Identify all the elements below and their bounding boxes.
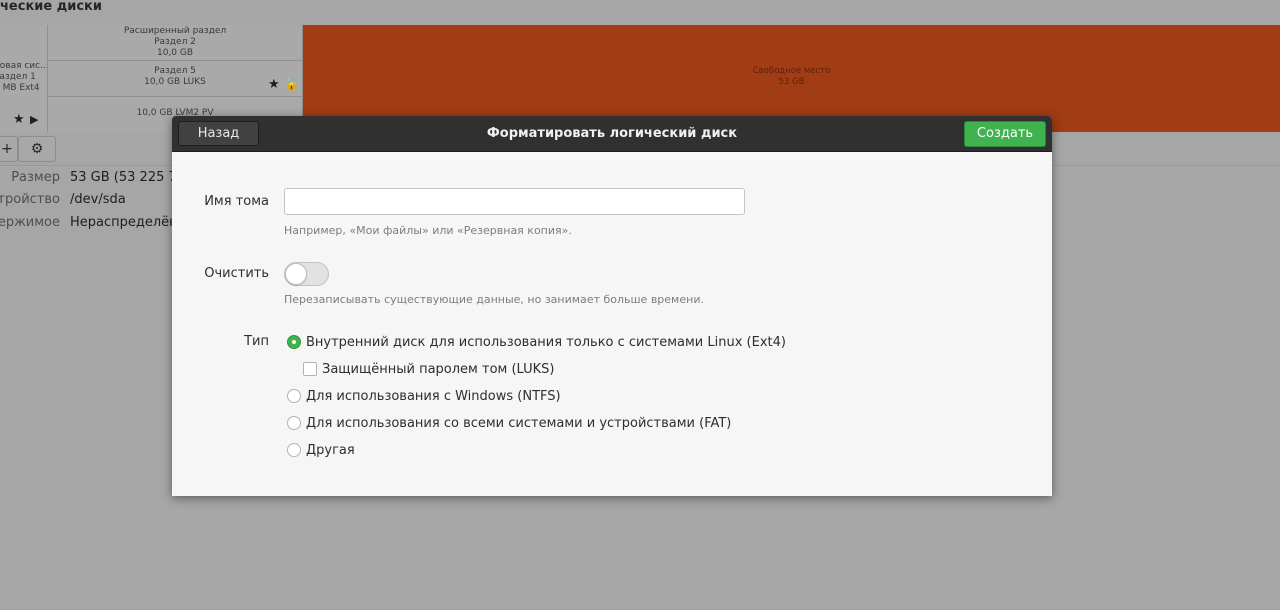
erase-switch[interactable] [284,262,329,286]
info-device-value: /dev/sda [70,192,126,207]
window-title: ческие диски [0,0,102,14]
radio-checked-icon[interactable] [287,335,301,349]
type-option-ext4[interactable]: Внутренний диск для использования только… [287,333,786,351]
gears-icon: ⚙ [30,141,44,157]
partition-settings-button[interactable]: ⚙ [18,136,56,162]
switch-knob [285,263,307,285]
info-size-value: 53 GB (53 225 717 [70,170,172,185]
volume-name-hint: Например, «Мои файлы» или «Резервная коп… [284,224,572,237]
volume-name-input[interactable] [284,188,745,215]
format-volume-dialog: Форматировать логический диск Назад Созд… [172,116,1052,496]
partition-luks[interactable]: Раздел 5 10,0 GB LUKS [48,61,303,97]
luks-option[interactable]: Защищённый паролем том (LUKS) [303,360,555,378]
radio-icon[interactable] [287,389,301,403]
play-icon: ▶ [30,113,39,126]
partition-luks-number: Раздел 5 [154,66,196,76]
info-contents-label: Содержимое [0,215,60,230]
partition-extended-size: 10,0 GB [156,48,194,58]
luks-option-label: Защищённый паролем том (LUKS) [322,361,555,377]
info-size-label: Размер [11,170,60,185]
partition-primary-number: Раздел 1 [0,72,36,82]
partition-extended-number: Раздел 2 [154,37,196,47]
type-label: Тип [244,334,269,349]
add-partition-button[interactable]: + [0,136,18,162]
partition-primary-size: 7 MB Ext4 [0,83,40,93]
type-option-ntfs-label: Для использования с Windows (NTFS) [306,388,561,404]
dialog-title: Форматировать логический диск [486,126,738,141]
plus-icon: + [1,141,13,157]
partition-extended-type: Расширенный раздел [123,26,227,36]
type-option-ext4-label: Внутренний диск для использования только… [306,334,786,350]
unlock-icon: 🔓 [284,77,299,91]
type-option-other-label: Другая [306,442,355,458]
info-contents-value: Нераспределённ [70,215,172,230]
partition-primary-name: ловая сис... [0,61,48,71]
partition-luks-size: 10,0 GB LUKS [144,77,206,87]
volume-name-label: Имя тома [204,194,269,209]
back-button[interactable]: Назад [178,121,259,146]
info-device-label: Устройство [0,192,60,207]
free-space-size: 53 GB [778,77,805,87]
radio-icon[interactable] [287,443,301,457]
star-icon: ★ [268,77,280,92]
erase-label: Очистить [204,266,269,281]
checkbox-icon[interactable] [303,362,317,376]
type-option-other[interactable]: Другая [287,441,355,459]
partition-extended[interactable]: Расширенный раздел Раздел 2 10,0 GB [48,25,303,61]
create-button[interactable]: Создать [964,121,1046,147]
type-option-ntfs[interactable]: Для использования с Windows (NTFS) [287,387,561,405]
star-icon: ★ [13,112,25,127]
dialog-header: Форматировать логический диск Назад Созд… [172,116,1052,152]
free-space-label: Свободное место [752,66,831,76]
erase-hint: Перезаписывать существующие данные, но з… [284,293,704,306]
type-option-fat-label: Для использования со всеми системами и у… [306,415,732,431]
type-option-fat[interactable]: Для использования со всеми системами и у… [287,414,731,432]
radio-icon[interactable] [287,416,301,430]
